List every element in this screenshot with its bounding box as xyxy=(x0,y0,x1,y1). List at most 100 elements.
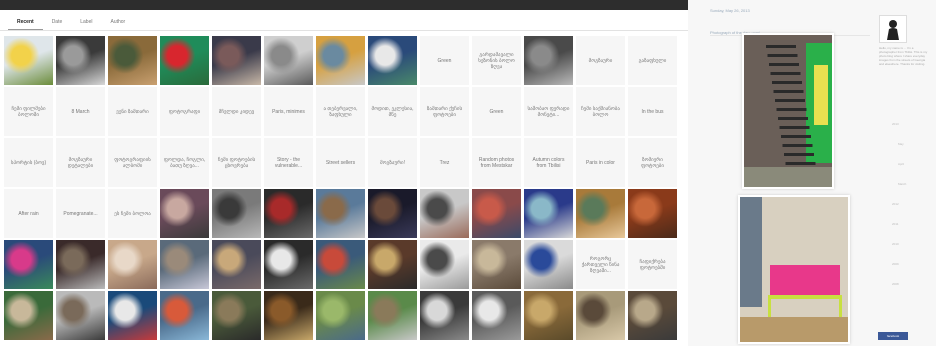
photo-thumbnail[interactable] xyxy=(576,291,625,340)
archive-link[interactable]: 2012 xyxy=(892,202,899,206)
album-label-tile[interactable]: 8 March xyxy=(56,87,105,136)
photo-thumbnail[interactable] xyxy=(4,291,53,340)
photo-thumbnail[interactable] xyxy=(4,240,53,289)
archive-link[interactable]: 2010 xyxy=(892,242,899,246)
album-label-tile[interactable]: ზომიერი ფოტოები xyxy=(628,138,677,187)
photo-thumbnail[interactable] xyxy=(368,291,417,340)
album-label-tile[interactable]: ვენი ზამთარი xyxy=(108,87,157,136)
photo-thumbnail[interactable] xyxy=(160,189,209,238)
album-label-tile[interactable]: ფოტოგრაფიის ალბომი xyxy=(108,138,157,187)
album-label-tile[interactable]: ეს ჩემი ბოლოა xyxy=(108,189,157,238)
album-label-tile[interactable]: ა თებერვალი, ზაფხული xyxy=(316,87,365,136)
album-label-tile[interactable]: ჩაფიქრება ფოტოებში xyxy=(628,240,677,289)
photo-thumbnail[interactable] xyxy=(472,189,521,238)
photo-thumbnail[interactable] xyxy=(420,240,469,289)
photo-thumbnail[interactable] xyxy=(264,189,313,238)
photo-thumbnail[interactable] xyxy=(316,240,365,289)
album-label-text: საშობაო ფერადი მონეტი... xyxy=(527,105,570,118)
photo-thumbnail[interactable] xyxy=(56,240,105,289)
album-label-tile[interactable]: ჩემი საქმიანობა ბოლო xyxy=(576,87,625,136)
photo-thumbnail[interactable] xyxy=(108,291,157,340)
tab-recent[interactable]: Recent xyxy=(8,14,43,30)
album-label-tile[interactable]: After rain xyxy=(4,189,53,238)
album-label-tile[interactable]: ჩემი ფილმები ბოლოში xyxy=(4,87,53,136)
photo-thumbnail[interactable] xyxy=(420,189,469,238)
photo-thumbnail[interactable] xyxy=(628,291,677,340)
facebook-badge[interactable]: facebook xyxy=(878,332,908,340)
photo-thumbnail[interactable] xyxy=(316,36,365,85)
photo-thumbnail[interactable] xyxy=(108,36,157,85)
album-label-tile[interactable]: მოგზაური დეტალები xyxy=(56,138,105,187)
album-label-tile[interactable]: მოგზაური! xyxy=(368,138,417,187)
album-label-tile[interactable]: Trez xyxy=(420,138,469,187)
photo-thumbnail[interactable] xyxy=(264,240,313,289)
photo-thumbnail[interactable] xyxy=(160,240,209,289)
tab-date[interactable]: Date xyxy=(43,14,72,29)
yellow-panel xyxy=(814,65,828,125)
archive-link[interactable]: 2011 xyxy=(892,222,898,226)
profile-avatar[interactable] xyxy=(880,16,906,42)
archive-link[interactable]: May xyxy=(898,142,904,146)
photo-thumbnail[interactable] xyxy=(108,240,157,289)
photo-thumbnail[interactable] xyxy=(264,36,313,85)
album-label-tile[interactable]: მოდით, ეკლესია, მწე xyxy=(368,87,417,136)
album-label-tile[interactable]: ჩემი ფოტოების ცხოვრება xyxy=(212,138,261,187)
album-label-tile[interactable]: Green xyxy=(472,87,521,136)
photo-thumbnail[interactable] xyxy=(212,189,261,238)
photo-thumbnail[interactable] xyxy=(524,240,573,289)
photo-thumbnail[interactable] xyxy=(368,189,417,238)
album-label-tile[interactable]: სპორტის (ბოვ) xyxy=(4,138,53,187)
photo-thumbnail[interactable] xyxy=(368,240,417,289)
photo-thumbnail[interactable] xyxy=(160,36,209,85)
tab-label[interactable]: Label xyxy=(71,14,101,29)
archive-link[interactable]: 2009 xyxy=(892,262,899,266)
photo-thumbnail[interactable] xyxy=(524,291,573,340)
photo-thumbnail[interactable] xyxy=(56,291,105,340)
stair-step xyxy=(772,81,802,84)
album-label-tile[interactable]: საშობაო ფერადი მონეტი... xyxy=(524,87,573,136)
album-label-text: მოგზაური! xyxy=(379,159,406,166)
photo-thumbnail[interactable] xyxy=(316,189,365,238)
photo-thumbnail[interactable] xyxy=(316,291,365,340)
photo-thumbnail[interactable] xyxy=(472,291,521,340)
album-label-tile[interactable]: ფოლდა, ჩოგლი, ბათუ ზღვა... xyxy=(160,138,209,187)
album-label-tile[interactable]: მჩვლდი კიდევ xyxy=(212,87,261,136)
album-label-tile[interactable]: Pomegranate... xyxy=(56,189,105,238)
tab-author[interactable]: Author xyxy=(101,14,134,29)
photo-thumbnail[interactable] xyxy=(4,36,53,85)
album-label-tile[interactable]: Paris, minimes xyxy=(264,87,313,136)
album-label-tile[interactable]: ზამთარი ქუჩის ფოტოები xyxy=(420,87,469,136)
photo-thumbnail[interactable] xyxy=(212,291,261,340)
photo-thumbnail[interactable] xyxy=(264,291,313,340)
photo-thumbnail[interactable] xyxy=(472,240,521,289)
album-label-tile[interactable]: Story - the vulnerable... xyxy=(264,138,313,187)
photo-thumbnail[interactable] xyxy=(368,36,417,85)
photo-thumbnail[interactable] xyxy=(212,240,261,289)
archive-link[interactable]: 2008 xyxy=(892,282,899,286)
photo-thumbnail[interactable] xyxy=(56,36,105,85)
photo-thumbnail[interactable] xyxy=(160,291,209,340)
album-label-tile[interactable]: Autumn colors from Tbilisi xyxy=(524,138,573,187)
photo-thumbnail[interactable] xyxy=(420,291,469,340)
photo-thumbnail[interactable] xyxy=(524,189,573,238)
profile-description: Hello, my name is ... I'm a photographer… xyxy=(879,46,928,66)
album-label-tile[interactable]: გაზაფხული xyxy=(628,36,677,85)
archive-link[interactable]: April xyxy=(898,162,904,166)
stair-step xyxy=(785,162,816,165)
album-label-tile[interactable]: In the bus xyxy=(628,87,677,136)
album-label-tile[interactable]: Green xyxy=(420,36,469,85)
album-label-tile[interactable]: Random photos from Mestskar xyxy=(472,138,521,187)
photo-thumbnail[interactable] xyxy=(628,189,677,238)
archive-link[interactable]: 2013 xyxy=(892,122,899,126)
archive-link[interactable]: March xyxy=(898,182,906,186)
photo-thumbnail[interactable] xyxy=(524,36,573,85)
album-label-tile[interactable]: Street sellers xyxy=(316,138,365,187)
album-label-tile[interactable]: როგორც ქართველი წინა ზღვაში... xyxy=(576,240,625,289)
album-label-text: მოდით, ეკლესია, მწე xyxy=(371,105,414,118)
album-label-tile[interactable]: მოგზაური xyxy=(576,36,625,85)
album-label-tile[interactable]: Paris in color xyxy=(576,138,625,187)
photo-thumbnail[interactable] xyxy=(212,36,261,85)
album-label-tile[interactable]: ფოტოგრაფი xyxy=(160,87,209,136)
album-label-tile[interactable]: გარდამავალი სეზონის ბოლო ზღვა xyxy=(472,36,521,85)
photo-thumbnail[interactable] xyxy=(576,189,625,238)
